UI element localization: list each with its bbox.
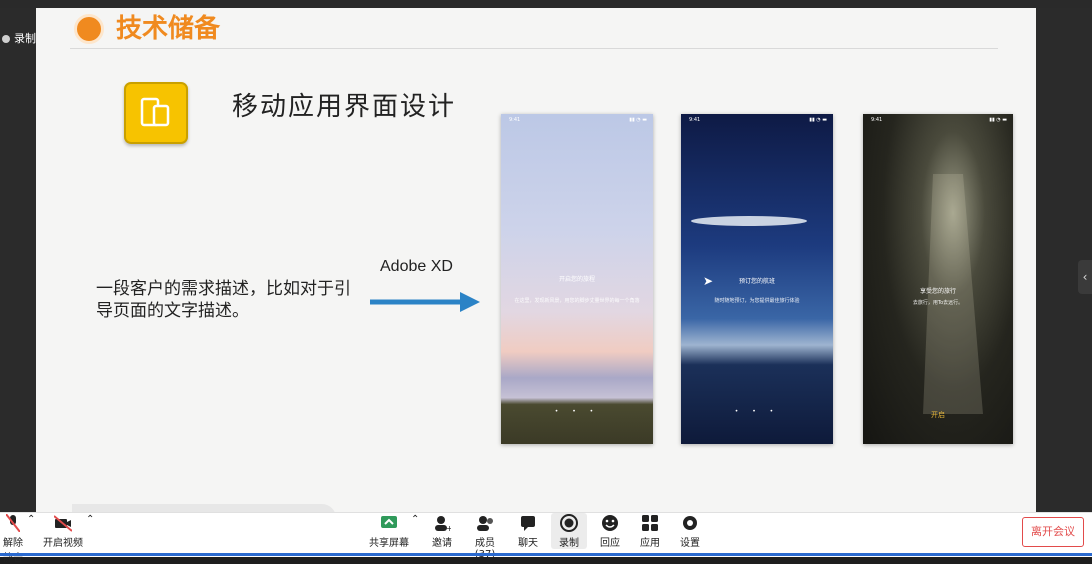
requirement-description: 一段客户的需求描述，比如对于引导页面的文字描述。 (96, 279, 351, 321)
phone-body: 随时随地预订，为您提供最佳旅行体验 (714, 298, 800, 304)
title-bullet-icon (74, 14, 104, 44)
mute-label: 解除静音 (3, 538, 23, 564)
right-arrow-icon (370, 292, 480, 312)
members-label: 成员(37) (475, 538, 496, 560)
record-label: 录制 (559, 538, 579, 549)
share-screen-icon (381, 516, 397, 528)
mute-options-chevron-icon[interactable]: ⌃ (27, 514, 35, 525)
phone-body: 在这里，发现新风景，用您的脚步丈量世界的每一个角落 (514, 298, 640, 304)
chat-button[interactable]: 聊天 (514, 514, 542, 549)
chat-label: 聊天 (518, 538, 538, 549)
invite-label: 邀请 (432, 538, 452, 549)
window-top-strip (0, 0, 1092, 8)
status-time: 9:41 (871, 117, 883, 123)
status-time: 9:41 (689, 117, 701, 123)
status-signal-icon: ▮▮ ◔ ▬ (809, 117, 827, 123)
tool-label: Adobe XD (380, 258, 453, 275)
share-screen-button[interactable]: 共享屏幕 (368, 514, 410, 549)
settings-button[interactable]: 设置 (676, 514, 704, 549)
title-divider (70, 48, 998, 49)
mute-button[interactable]: 解除静音 (0, 514, 26, 564)
cloud-shape (691, 216, 807, 226)
page-dots: • • • (554, 408, 600, 415)
record-dot-icon (2, 35, 10, 43)
record-icon (560, 514, 578, 532)
mouse-cursor-icon: ➤ (703, 274, 714, 288)
slide-subtitle: 移动应用界面设计 (232, 92, 457, 122)
status-time: 9:41 (509, 117, 521, 123)
video-options-chevron-icon[interactable]: ⌃ (86, 514, 94, 525)
annotation-mini-toolbar (72, 504, 336, 512)
camera-icon (54, 515, 72, 532)
status-signal-icon: ▮▮ ◔ ▬ (989, 117, 1007, 123)
leave-meeting-button[interactable]: 离开会议 (1022, 517, 1084, 547)
video-button[interactable]: 开启视频 (42, 514, 84, 549)
page-dots: • • • (734, 408, 780, 415)
reaction-button[interactable]: 回应 (596, 514, 624, 549)
apps-button[interactable]: 应用 (636, 514, 664, 549)
phone-mockup-3: 9:41 ▮▮ ◔ ▬ 享受您的旅行 去旅行，用To去远行。 开启 (863, 114, 1013, 444)
share-label: 共享屏幕 (369, 538, 409, 549)
phone-body: 去旅行，用To去远行。 (912, 300, 964, 306)
settings-label: 设置 (680, 538, 700, 549)
apps-icon (642, 515, 658, 531)
expand-panel-handle[interactable]: ‹ (1078, 260, 1092, 294)
microphone-icon (6, 514, 20, 532)
invite-button[interactable]: + 邀请 (428, 514, 456, 549)
left-panel: 录制中 (0, 8, 47, 512)
invite-icon: + (435, 516, 451, 532)
members-icon (477, 516, 493, 531)
video-label: 开启视频 (43, 538, 83, 549)
phone-title: 享受您的旅行 (919, 288, 956, 295)
gear-icon (683, 516, 697, 530)
share-options-chevron-icon[interactable]: ⌃ (411, 514, 419, 525)
right-panel: ‹ (1036, 8, 1092, 512)
phone-mockup-2: 9:41 ▮▮ ◔ ▬ 预订您的航班 随时随地预订，为您提供最佳旅行体验 • •… (681, 114, 833, 444)
record-button[interactable]: 录制 (551, 513, 587, 549)
reaction-icon (602, 515, 618, 531)
svg-text:+: + (446, 524, 451, 532)
status-signal-icon: ▮▮ ◔ ▬ (629, 117, 647, 123)
reaction-label: 回应 (600, 538, 620, 549)
shared-slide: 技术储备 移动应用界面设计 一段客户的需求描述，比如对于引导页面的文字描述。 A… (36, 8, 1036, 512)
phone-mockup-1: 9:41 ▮▮ ◔ ▬ 开启您的旅程 在这里，发现新风景，用您的脚步丈量世界的每… (501, 114, 653, 444)
slide-title: 技术储备 (116, 14, 221, 44)
mobile-devices-icon (124, 82, 188, 144)
chat-icon (521, 516, 535, 531)
apps-label: 应用 (640, 538, 660, 549)
phone-title: 开启您的旅程 (558, 276, 595, 283)
start-button[interactable]: 开启 (863, 410, 1013, 420)
meeting-toolbar (0, 512, 1092, 557)
